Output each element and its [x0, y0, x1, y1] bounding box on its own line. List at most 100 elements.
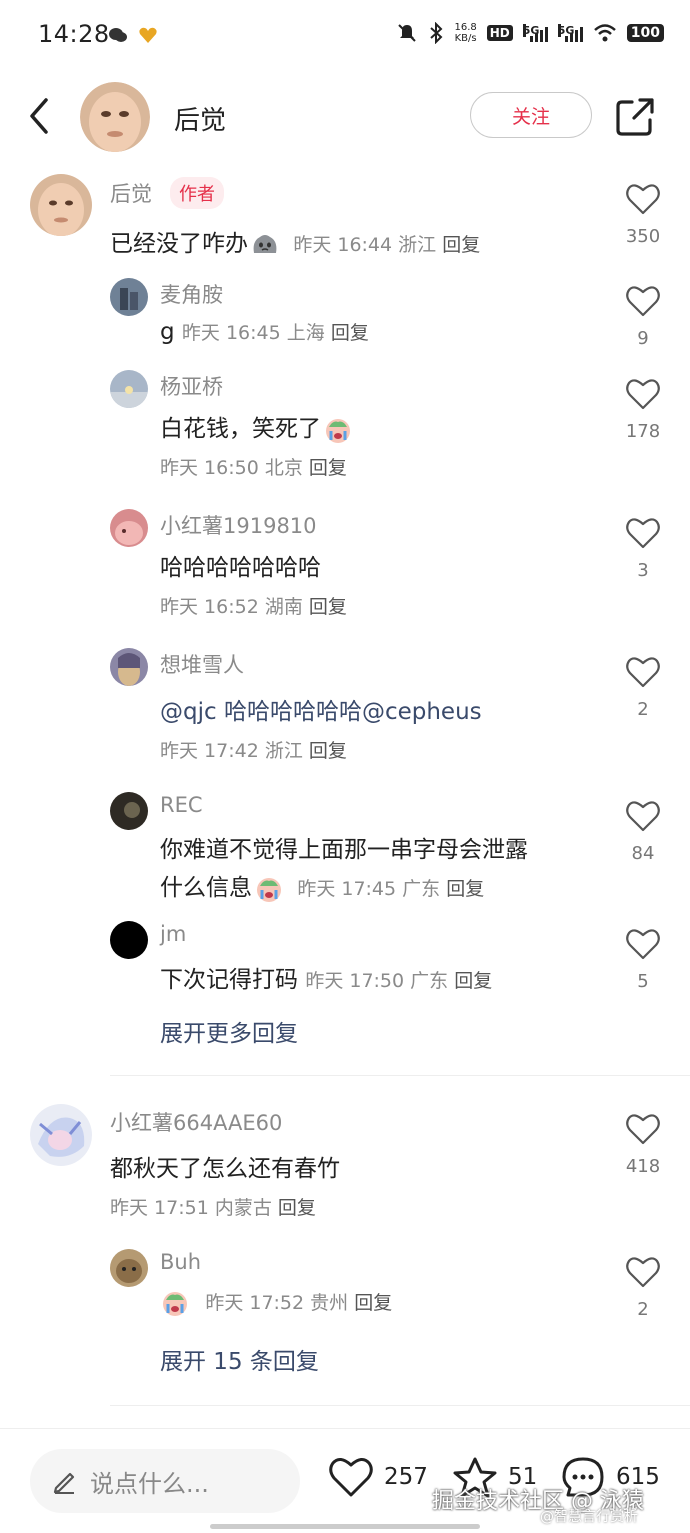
home-indicator[interactable] — [210, 1524, 480, 1529]
sim1-label: 5G — [522, 24, 540, 37]
status-time: 14:28 — [38, 20, 110, 48]
avatar[interactable] — [30, 174, 92, 236]
divider — [110, 1075, 690, 1076]
comment-username[interactable]: 想堆雪人 — [160, 649, 244, 679]
comment-username[interactable]: REC — [160, 793, 203, 817]
divider — [110, 1405, 690, 1406]
net-speed-unit: KB/s — [454, 33, 477, 44]
comment-text: @qjc 哈哈哈哈哈哈@cepheus — [160, 699, 482, 725]
crying-emoji-icon — [163, 1291, 187, 1316]
avatar[interactable] — [110, 370, 148, 408]
crying-emoji-icon — [257, 877, 281, 902]
comment-location: 浙江 — [398, 234, 437, 256]
comment-text: 哈哈哈哈哈哈哈 — [160, 555, 321, 581]
comment-location: 湖南 — [264, 596, 303, 618]
comment-location: 广东 — [402, 878, 441, 900]
like-count: 350 — [625, 226, 661, 247]
reply-button[interactable]: 回复 — [309, 740, 347, 762]
like-button[interactable]: 257 — [328, 1455, 428, 1499]
heart-icon[interactable] — [625, 284, 661, 318]
net-speed-value: 16.8 — [454, 22, 477, 33]
comment-meta: 昨天 17:51 内蒙古 回复 — [110, 1193, 316, 1220]
avatar[interactable] — [110, 648, 148, 686]
comment-time: 昨天 16:44 — [293, 234, 393, 256]
share-icon[interactable] — [614, 96, 656, 138]
crying-emoji-icon — [326, 418, 350, 443]
avatar[interactable] — [30, 1104, 92, 1166]
comment-time: 昨天 16:45 — [181, 322, 281, 344]
comment-username[interactable]: jm — [160, 922, 186, 946]
watermark-sub: @智慧言行赏析 — [540, 1509, 638, 1525]
reply-button[interactable]: 回复 — [442, 234, 480, 256]
status-bar: 14:28 16.8 KB/s HD 5G 5G 100 — [0, 0, 690, 72]
comment-username[interactable]: 麦角胺 — [160, 279, 223, 309]
comment-location: 广东 — [410, 970, 449, 992]
comment-text: 都秋天了怎么还有春竹 — [110, 1156, 340, 1182]
comment-time: 昨天 17:45 — [297, 878, 397, 900]
expand-15-replies-button[interactable]: 展开 15 条回复 — [160, 1342, 319, 1376]
sim2-label: 5G — [557, 24, 575, 37]
comment-username[interactable]: 后觉 — [110, 178, 152, 208]
reply-button[interactable]: 回复 — [309, 596, 347, 618]
heart-icon[interactable] — [625, 927, 661, 961]
like-count: 418 — [625, 1156, 661, 1177]
comment-location: 内蒙古 — [214, 1197, 272, 1219]
heart-icon[interactable] — [625, 182, 661, 216]
comment-location: 上海 — [286, 322, 325, 344]
expand-more-replies-button[interactable]: 展开更多回复 — [160, 1014, 298, 1048]
avatar[interactable] — [110, 921, 148, 959]
comment-time: 昨天 17:52 — [205, 1292, 305, 1314]
bluetooth-icon — [430, 22, 443, 44]
reply-button[interactable]: 回复 — [331, 322, 369, 344]
follow-button[interactable]: 关注 — [470, 92, 592, 138]
avatar[interactable] — [110, 1249, 148, 1287]
reply-button[interactable]: 回复 — [309, 457, 347, 479]
hd-badge: HD — [486, 25, 513, 41]
like-count: 5 — [637, 971, 649, 992]
like-total: 257 — [384, 1464, 428, 1490]
comment-text: 昨天 17:52 贵州 回复 — [158, 1288, 392, 1317]
avatar[interactable] — [110, 792, 148, 830]
comment-time: 昨天 16:50 — [160, 457, 259, 479]
heart-icon[interactable] — [625, 377, 661, 411]
comment-location: 贵州 — [310, 1292, 349, 1314]
comment-text-body: 下次记得打码 — [160, 967, 298, 993]
author-badge: 作者 — [170, 177, 224, 209]
comment-text-line1: 你难道不觉得上面那一串字母会泄露 — [160, 837, 528, 863]
heart-app-icon — [139, 27, 157, 43]
signal-2-icon: 5G — [557, 24, 583, 42]
comment-text: g 昨天 16:45 上海 回复 — [160, 318, 369, 345]
reply-button[interactable]: 回复 — [278, 1197, 316, 1219]
comment-time: 昨天 17:50 — [305, 970, 405, 992]
avatar[interactable] — [110, 509, 148, 547]
page-title[interactable]: 后觉 — [174, 100, 226, 137]
comment-time: 昨天 17:42 — [160, 740, 259, 762]
comment-username[interactable]: 杨亚桥 — [160, 371, 223, 401]
author-avatar[interactable] — [80, 82, 150, 152]
heart-icon[interactable] — [625, 1255, 661, 1289]
comment-text-body: 白花钱，笑死了 — [160, 416, 321, 442]
comment-username[interactable]: 小红薯1919810 — [160, 510, 317, 540]
signal-1-icon: 5G — [522, 24, 548, 42]
comment-input[interactable]: 说点什么... — [30, 1449, 300, 1513]
comment-text: 白花钱，笑死了 — [160, 409, 353, 444]
comment-text: 下次记得打码 昨天 17:50 广东 回复 — [160, 960, 492, 994]
heart-icon[interactable] — [625, 799, 661, 833]
avatar[interactable] — [110, 278, 148, 316]
comment-username[interactable]: Buh — [160, 1250, 201, 1274]
like-count: 2 — [637, 1299, 649, 1320]
heart-icon[interactable] — [625, 1112, 661, 1146]
header: 后觉 关注 — [0, 72, 690, 162]
reply-button[interactable]: 回复 — [354, 1292, 392, 1314]
reply-button[interactable]: 回复 — [446, 878, 484, 900]
net-speed: 16.8 KB/s — [454, 22, 476, 44]
heart-icon[interactable] — [625, 516, 661, 550]
chat-app-icon — [109, 28, 127, 42]
comment-time: 昨天 17:51 — [110, 1197, 209, 1219]
like-count: 84 — [631, 843, 655, 864]
back-icon[interactable] — [24, 96, 56, 136]
comment-username[interactable]: 小红薯664AAE60 — [110, 1107, 282, 1137]
mute-icon — [398, 24, 417, 42]
reply-button[interactable]: 回复 — [454, 970, 492, 992]
heart-icon[interactable] — [625, 655, 661, 689]
